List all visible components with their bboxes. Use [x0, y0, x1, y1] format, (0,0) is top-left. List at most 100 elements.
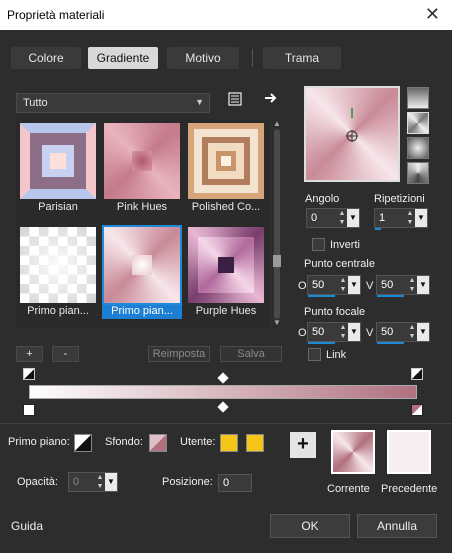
gradient-swatch: [20, 123, 96, 199]
center-v-label: V: [366, 280, 374, 292]
library-menu-icon[interactable]: [227, 92, 243, 108]
user-label: Utente:: [180, 436, 216, 448]
user-swatch-2[interactable]: [246, 434, 264, 452]
center-o-slider[interactable]: [308, 295, 335, 297]
chevron-down-icon[interactable]: ▼: [105, 473, 117, 491]
scroll-up-icon[interactable]: ▲: [272, 119, 282, 128]
chevron-down-icon[interactable]: ▼: [348, 323, 360, 341]
spin-arrows-icon[interactable]: ▲ ▼: [407, 276, 417, 294]
spin-arrows-icon[interactable]: ▲ ▼: [405, 209, 415, 227]
scroll-down-icon[interactable]: ▼: [272, 318, 282, 327]
gradient-swatch: [104, 123, 180, 199]
repeats-value: 1: [379, 212, 386, 224]
spin-arrows-icon[interactable]: ▲ ▼: [407, 323, 417, 341]
close-icon[interactable]: ✕: [425, 4, 440, 25]
help-link[interactable]: Guida: [11, 519, 43, 533]
gradient-label: Purple Hues: [195, 305, 257, 317]
color-stop-right-marker[interactable]: [411, 404, 423, 416]
tab-motivo[interactable]: Motivo: [167, 47, 239, 69]
focal-v-value: 50: [381, 326, 394, 338]
repeats-slider[interactable]: [375, 228, 381, 230]
center-v-slider[interactable]: [377, 295, 404, 297]
link-checkbox[interactable]: [308, 348, 321, 361]
add-swatch-button[interactable]: +: [290, 432, 316, 458]
sunburst-gradient-type-icon[interactable]: [407, 162, 429, 184]
current-material-swatch[interactable]: [331, 430, 375, 474]
ok-button[interactable]: OK: [270, 514, 350, 538]
chevron-down-icon[interactable]: ▼: [347, 209, 359, 227]
gradient-swatch: [188, 123, 264, 199]
gradient-library: Parisian Pink Hues Polished Co... Primo …: [16, 119, 270, 329]
position-label: Posizione:: [162, 476, 213, 488]
section-divider: [0, 423, 452, 424]
scroll-track[interactable]: [274, 129, 280, 319]
spin-arrows-icon[interactable]: ▲ ▼: [338, 276, 348, 294]
spin-arrows-icon[interactable]: ▲ ▼: [337, 209, 347, 227]
tab-colore[interactable]: Colore: [11, 47, 81, 69]
gradient-thumb[interactable]: Purple Hues: [186, 225, 266, 321]
gradient-thumb-selected[interactable]: Primo pian...: [102, 225, 182, 321]
background-label: Sfondo:: [105, 436, 143, 448]
focal-point-label: Punto focale: [304, 306, 366, 318]
gradient-thumb[interactable]: Polished Co...: [186, 121, 266, 217]
gradient-swatch: [102, 225, 182, 305]
color-stop-left-marker[interactable]: [23, 404, 35, 416]
window-title: Proprietà materiali: [7, 8, 105, 22]
remove-gradient-button[interactable]: -: [52, 346, 79, 362]
foreground-label: Primo piano:: [8, 436, 70, 448]
top-stop-right-icon[interactable]: [411, 368, 423, 380]
focal-v-slider[interactable]: [377, 342, 404, 344]
link-label: Link: [326, 349, 347, 361]
reset-button[interactable]: Reimposta: [148, 346, 210, 362]
gradient-preview[interactable]: [304, 86, 400, 182]
opacity-label: Opacità:: [17, 476, 58, 488]
foreground-swatch[interactable]: [74, 434, 92, 452]
focal-o-spinner[interactable]: 50 ▲ ▼ ▼: [307, 322, 361, 344]
gradient-thumb[interactable]: Parisian: [18, 121, 98, 217]
chevron-down-icon[interactable]: ▼: [348, 276, 360, 294]
top-stop-left-icon[interactable]: [23, 368, 35, 380]
scroll-thumb[interactable]: [273, 255, 281, 267]
add-gradient-button[interactable]: +: [16, 346, 43, 362]
chevron-down-icon[interactable]: ▼: [417, 323, 429, 341]
repeats-spinner[interactable]: 1 ▲ ▼ ▼: [374, 208, 428, 230]
category-dropdown[interactable]: Tutto ▼: [16, 93, 210, 113]
spin-arrows-icon[interactable]: ▲ ▼: [338, 323, 348, 341]
previous-material-swatch[interactable]: [387, 430, 431, 474]
gradient-thumb[interactable]: Primo pian...: [18, 225, 98, 321]
angle-value: 0: [311, 212, 318, 224]
focal-o-slider[interactable]: [308, 342, 335, 344]
save-button[interactable]: Salva: [220, 346, 282, 362]
user-swatch-1[interactable]: [220, 434, 238, 452]
invert-checkbox[interactable]: [312, 238, 325, 251]
focal-o-value: 50: [312, 326, 325, 338]
angle-spinner[interactable]: 0 ▲ ▼ ▼: [306, 208, 360, 228]
opacity-spinner[interactable]: 0 ▲ ▼ ▼: [68, 472, 118, 492]
tab-separator: [252, 49, 253, 67]
focal-v-spinner[interactable]: 50 ▲ ▼ ▼: [376, 322, 430, 344]
gradient-label: Parisian: [38, 201, 78, 213]
center-v-spinner[interactable]: 50 ▲ ▼ ▼: [376, 275, 430, 297]
position-input[interactable]: 0: [218, 474, 252, 492]
tab-gradiente[interactable]: Gradiente: [88, 47, 158, 69]
center-o-spinner[interactable]: 50 ▲ ▼ ▼: [307, 275, 361, 297]
focal-o-label: O: [298, 327, 307, 339]
gradient-editor-bar[interactable]: [29, 385, 417, 399]
spin-arrows-icon[interactable]: ▲ ▼: [95, 473, 105, 491]
center-point-label: Punto centrale: [304, 258, 375, 270]
radial-gradient-type-icon[interactable]: [407, 137, 429, 159]
arrow-right-icon[interactable]: [263, 91, 279, 107]
gradient-swatch: [20, 227, 96, 303]
chevron-down-icon[interactable]: ▼: [415, 209, 427, 227]
tab-trama[interactable]: Trama: [263, 47, 341, 69]
gradient-label: Primo pian...: [27, 305, 89, 317]
linear-gradient-type-icon[interactable]: [407, 87, 429, 109]
focal-v-label: V: [366, 327, 374, 339]
gradient-swatch: [188, 227, 264, 303]
rectangular-gradient-type-icon[interactable]: [407, 112, 429, 134]
cancel-button[interactable]: Annulla: [357, 514, 437, 538]
chevron-down-icon[interactable]: ▼: [417, 276, 429, 294]
gradient-thumb[interactable]: Pink Hues: [102, 121, 182, 217]
background-swatch[interactable]: [149, 434, 167, 452]
library-scrollbar[interactable]: ▲ ▼: [272, 119, 282, 329]
